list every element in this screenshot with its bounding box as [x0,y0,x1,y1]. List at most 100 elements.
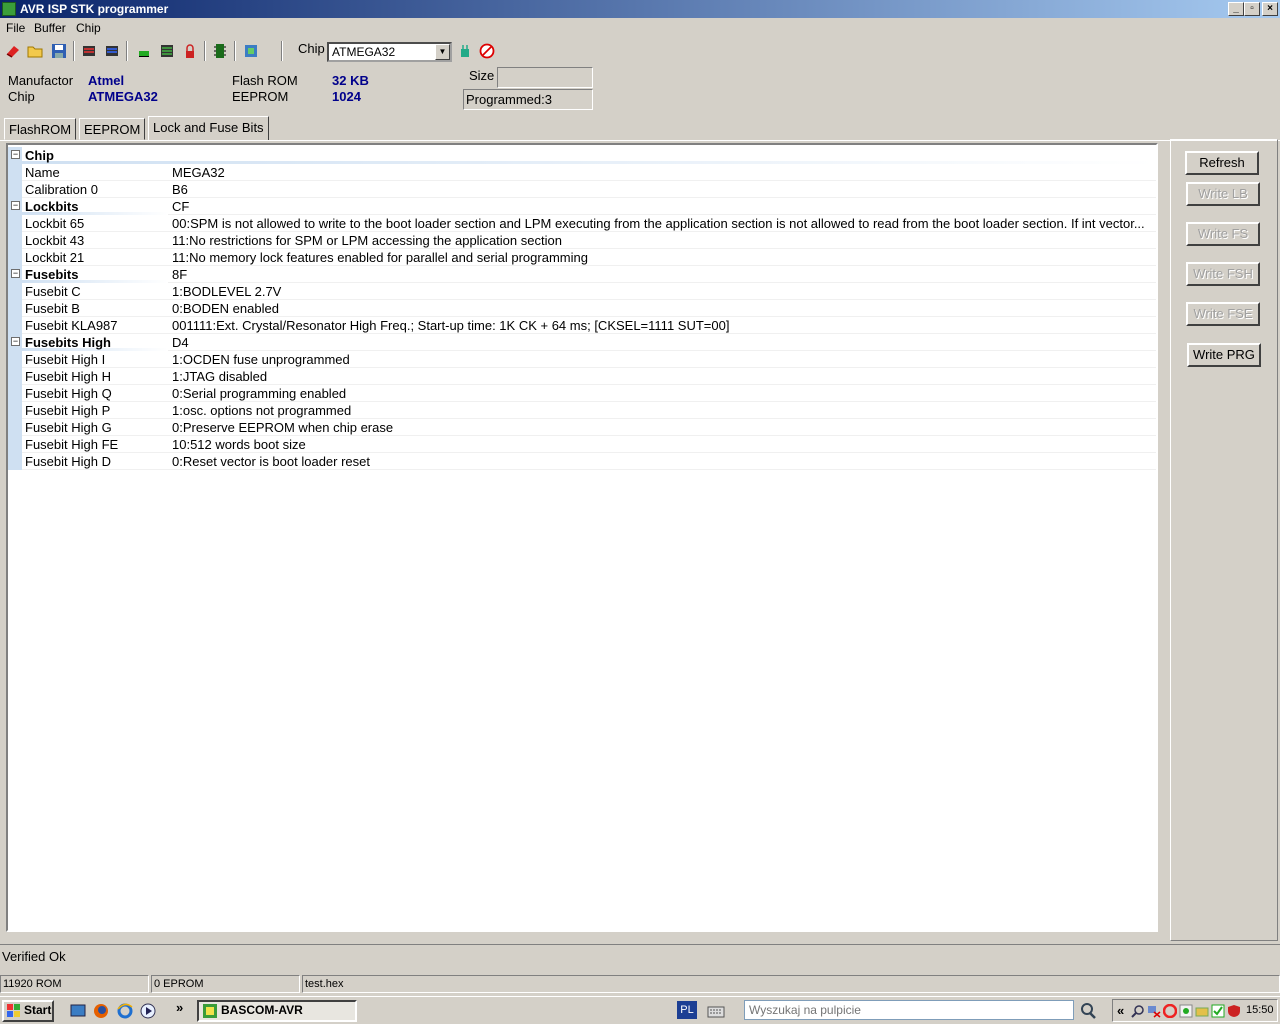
write-lb-button[interactable]: Write LB [1186,182,1260,206]
erase-icon[interactable] [5,43,21,59]
chevron-down-icon[interactable]: ▼ [435,44,450,60]
property-value[interactable]: 1:osc. options not programmed [172,403,1152,418]
close-button[interactable]: × [1262,2,1278,16]
read-chip-icon[interactable] [81,43,97,59]
show-desktop-icon[interactable] [70,1003,86,1019]
verify-icon[interactable] [136,43,152,59]
property-value[interactable]: MEGA32 [172,165,1152,180]
grid-row[interactable]: Fusebit C 1:BODLEVEL 2.7V [8,283,1156,300]
grid-row[interactable]: Fusebit High D 0:Reset vector is boot loa… [8,453,1156,470]
menu-file[interactable]: File [6,21,25,35]
chip-dropdown[interactable]: ATMEGA32 ▼ [327,42,452,62]
property-value[interactable]: 1:JTAG disabled [172,369,1152,384]
quicklaunch-chevron[interactable]: » [176,1000,183,1015]
property-value[interactable]: 11:No memory lock features enabled for p… [172,250,1152,265]
grid-row[interactable]: Fusebit High H 1:JTAG disabled [8,368,1156,385]
menu-buffer[interactable]: Buffer [34,21,66,35]
settings-icon[interactable] [243,43,259,59]
clock[interactable]: 15:50 [1246,1004,1274,1016]
collapse-icon[interactable]: − [11,269,20,278]
grid-row[interactable]: Lockbit 21 11:No memory lock features ena… [8,249,1156,266]
tab-flashrom[interactable]: FlashROM [4,118,77,140]
search-icon[interactable] [1078,1001,1098,1021]
grid-row[interactable]: Calibration 0 B6 [8,181,1156,198]
grid-category-row[interactable]: − Chip [8,147,1156,164]
status-divider [0,944,1280,945]
grid-row[interactable]: Fusebit High P 1:osc. options not program… [8,402,1156,419]
open-folder-icon[interactable] [27,43,43,59]
tab-lock-and-fuse-bits[interactable]: Lock and Fuse Bits [148,116,269,140]
write-fs-button[interactable]: Write FS [1186,222,1260,246]
property-value[interactable]: 1:BODLEVEL 2.7V [172,284,1152,299]
grid-category-row[interactable]: − Lockbits CF [8,198,1156,215]
grid-row[interactable]: Fusebit High Q 0:Serial programming enabl… [8,385,1156,402]
internet-explorer-icon[interactable] [117,1003,133,1019]
start-button[interactable]: Start [2,1000,54,1022]
grid-row[interactable]: Fusebit High FE 10:512 words boot size [8,436,1156,453]
start-label: Start [24,1003,52,1017]
keyboard-icon[interactable] [707,1003,725,1019]
property-value[interactable]: 00:SPM is not allowed to write to the bo… [172,216,1152,231]
collapse-icon[interactable]: − [11,150,20,159]
status-file: test.hex [302,975,1280,993]
property-value[interactable]: 001111:Ext. Crystal/Resonator High Freq.… [172,318,1152,333]
opera-icon[interactable] [1163,1004,1177,1018]
action-button-panel: Refresh Write LB Write FS Write FSH Writ… [1170,139,1278,941]
verified-icon[interactable] [1211,1004,1225,1018]
programmed-count: Programmed:3 [463,89,593,110]
write-fsh-button[interactable]: Write FSH [1186,262,1260,286]
shield-icon[interactable] [1227,1004,1241,1018]
desktop-search-input[interactable] [744,1000,1074,1020]
tray-expand-chevron[interactable]: « [1117,1003,1124,1018]
grid-row[interactable]: Name MEGA32 [8,164,1156,181]
chip-info-icon[interactable] [212,43,228,59]
minimize-button[interactable]: _ [1228,2,1244,16]
row-gutter [8,385,22,402]
row-gutter [8,232,22,249]
property-value[interactable]: 0:BODEN enabled [172,301,1152,316]
property-value[interactable]: 0:Preserve EEPROM when chip erase [172,420,1152,435]
stop-icon[interactable] [479,43,495,59]
grid-row[interactable]: Fusebit High I 1:OCDEN fuse unprogrammed [8,351,1156,368]
fuse-property-grid[interactable]: − Chip Name MEGA32 Calibration 0 B6− Lockbits C… [6,143,1158,932]
network-icon[interactable] [1147,1004,1161,1018]
write-fse-button[interactable]: Write FSE [1186,302,1260,326]
row-gutter [8,317,22,334]
tray-search-icon[interactable] [1131,1004,1145,1018]
property-value[interactable]: 11:No restrictions for SPM or LPM access… [172,233,1152,248]
program-icon[interactable] [159,43,175,59]
property-value[interactable]: D4 [172,335,1152,350]
save-icon[interactable] [51,43,67,59]
restore-button[interactable]: ▫ [1244,2,1260,16]
grid-row[interactable]: Lockbit 65 00:SPM is not allowed to write… [8,215,1156,232]
folder-sync-icon[interactable] [1195,1004,1209,1018]
property-value[interactable]: 8F [172,267,1152,282]
property-value[interactable]: 0:Serial programming enabled [172,386,1152,401]
firefox-icon[interactable] [93,1003,109,1019]
language-indicator[interactable]: PL [677,1001,697,1019]
identify-chip-icon[interactable] [457,43,473,59]
status-message: Verified Ok [2,949,66,964]
property-value[interactable]: 0:Reset vector is boot loader reset [172,454,1152,469]
media-player-icon[interactable] [140,1003,156,1019]
menu-chip[interactable]: Chip [76,21,101,35]
property-value[interactable]: B6 [172,182,1152,197]
write-chip-icon[interactable] [104,43,120,59]
grid-row[interactable]: Lockbit 43 11:No restrictions for SPM or … [8,232,1156,249]
taskbar-button-bascom[interactable]: BASCOM-AVR [197,1000,357,1022]
write-prg-button[interactable]: Write PRG [1187,343,1261,367]
property-value[interactable]: 1:OCDEN fuse unprogrammed [172,352,1152,367]
property-value[interactable]: 10:512 words boot size [172,437,1152,452]
grid-row[interactable]: Fusebit B 0:BODEN enabled [8,300,1156,317]
property-value[interactable]: CF [172,199,1152,214]
grid-row[interactable]: Fusebit KLA987 001111:Ext. Crystal/Resona… [8,317,1156,334]
lock-icon[interactable] [182,43,198,59]
grid-row[interactable]: Fusebit High G 0:Preserve EEPROM when chi… [8,419,1156,436]
grid-category-row[interactable]: − Fusebits High D4 [8,334,1156,351]
collapse-icon[interactable]: − [11,201,20,210]
antivirus-icon[interactable] [1179,1004,1193,1018]
refresh-button[interactable]: Refresh [1185,151,1259,175]
grid-category-row[interactable]: − Fusebits 8F [8,266,1156,283]
tab-eeprom[interactable]: EEPROM [79,118,146,140]
collapse-icon[interactable]: − [11,337,20,346]
